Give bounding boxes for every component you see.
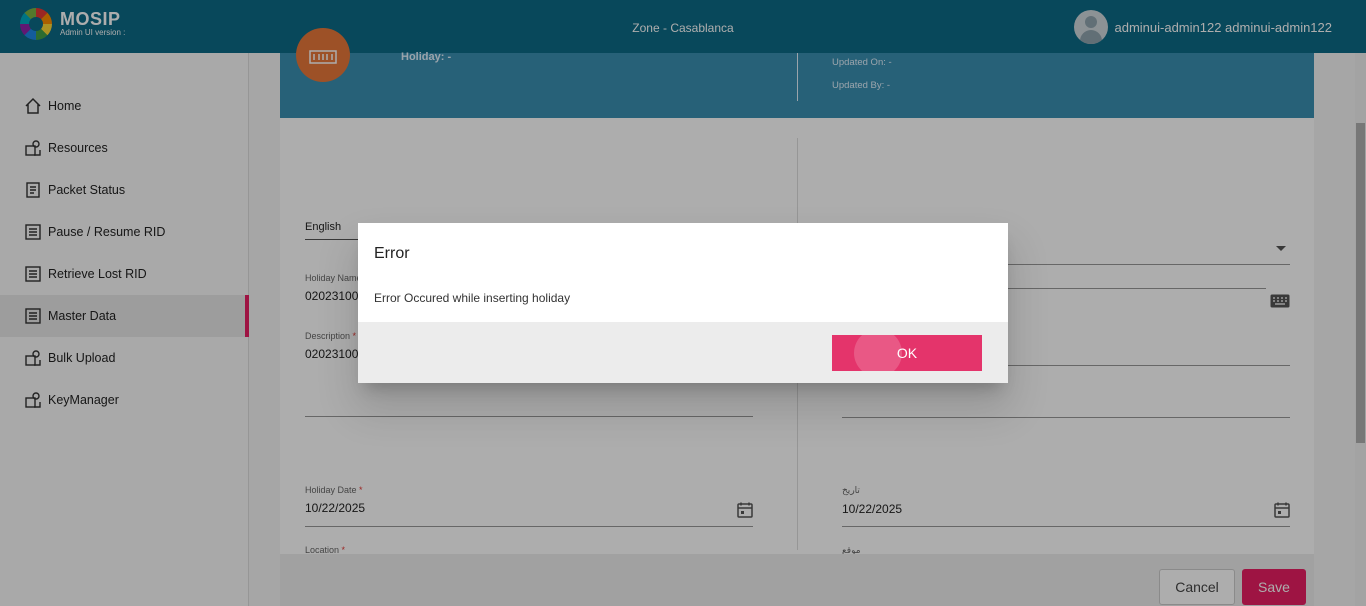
dialog-title: Error <box>374 245 410 262</box>
ripple-effect <box>854 335 902 371</box>
dialog-actions: OK <box>358 322 1008 383</box>
ok-button-label: OK <box>896 345 918 361</box>
error-dialog: Error Error Occured while inserting holi… <box>358 223 1008 383</box>
ok-button[interactable]: OK <box>832 335 982 371</box>
dialog-message: Error Occured while inserting holiday <box>374 291 571 305</box>
